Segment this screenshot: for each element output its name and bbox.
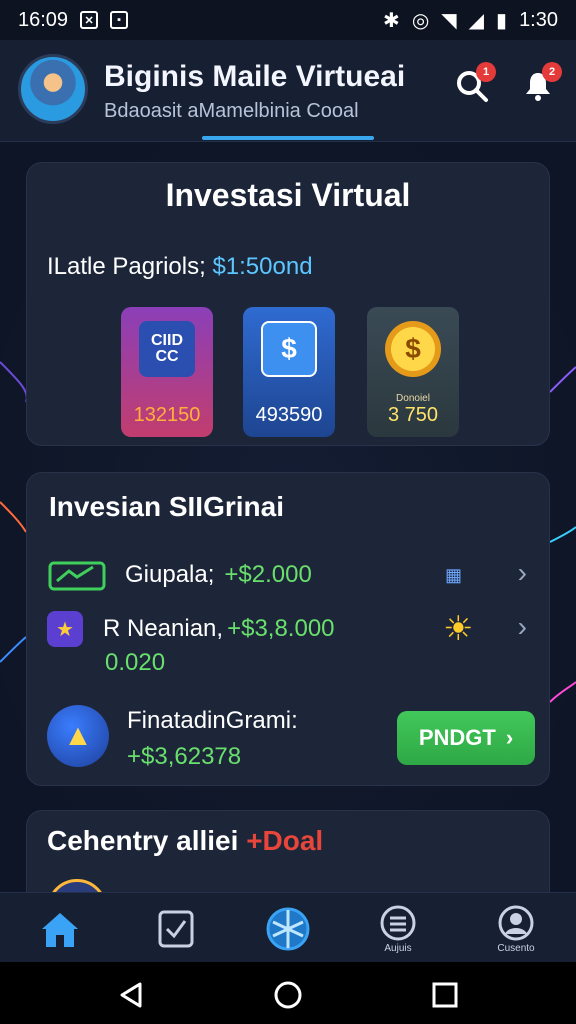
tile-caption: Donoiel [396,393,430,404]
app-header: Biginis Maile Virtueai Bdaoasit aMamelbi… [0,40,576,142]
wifi-icon: ◥ [441,9,457,32]
page-subtitle: Bdaoasit aMamelbinia Cooal [104,100,359,122]
card-title: Cehentry alliei +Doal [47,825,323,857]
checkbox-icon [158,910,194,948]
notification-button[interactable]: 2 [518,62,562,106]
nav-label: Aujuis [384,942,412,954]
sun-icon: ☀ [443,610,474,648]
main-content[interactable]: Investasi Virtual ILatle Pagriols; $1:50… [0,142,576,892]
card-title: Investasi Virtual [165,177,411,213]
nav-profile[interactable]: Cusento [486,901,546,957]
item-amount: +$2.000 [224,561,312,588]
status-left: 16:09 ✕ ▪ [18,8,129,32]
nav-tasks[interactable] [146,901,206,957]
coin-icon [47,879,107,892]
nav-center[interactable] [258,901,318,957]
globe-icon [266,907,310,951]
chat-card-icon: CIID CC [139,321,195,377]
balance-amount: $1:50ond [212,253,313,280]
star-icon: ★ [47,611,83,647]
nav-label: Cusento [497,942,535,954]
bottom-nav: Aujuis Cusento [0,892,576,962]
tab-underline [202,136,374,140]
system-nav-bar [0,962,576,1024]
card-title: Invesian SIIGrinai [49,491,284,522]
tile-value: 493590 [255,404,323,426]
signal-card: Invesian SIIGrinai Giupala; +$2.000 ▦ › … [26,472,550,786]
proceed-label: PNDGT [418,725,496,750]
grid-icon: ▦ [445,565,463,585]
list-item[interactable]: ★ R Neanian, +$3,8.000 [47,609,335,649]
investment-card: Investasi Virtual ILatle Pagriols; $1:50… [26,162,550,446]
x-box-icon: ✕ [80,11,99,29]
home-circle-icon[interactable] [273,980,303,1010]
status-clock: 1:30 [519,8,558,31]
page-title: Biginis Maile Virtueai [104,60,406,93]
final-amount: +$3,62378 [127,743,242,770]
triangle-logo-icon: ▲ [47,705,109,767]
search-badge: 1 [476,62,496,82]
final-label: FinatadinGrami: [127,707,298,734]
item-amount: +$3,8.000 [227,615,335,642]
tile-value: 132150 [133,404,201,426]
balance-line: ILatle Pagriols; $1:50ond [47,253,313,281]
notification-badge: 2 [542,62,562,82]
bluetooth-icon: ✱ [383,9,400,32]
proceed-button[interactable]: PNDGT › [397,711,535,765]
home-icon [42,913,78,947]
search-button[interactable]: 1 [452,62,496,106]
menu-circle-icon [380,905,416,940]
battery-icon: ▮ [496,9,508,32]
chevron-right-icon[interactable]: › [518,611,527,643]
asset-tile[interactable]: CIID CC 132150 [121,307,213,437]
shield-dollar-icon: $ [261,321,317,377]
nav-home[interactable] [30,901,90,957]
signal-icon: ◢ [468,9,485,32]
item-label: Giupala; [125,561,215,588]
tile-value: 3 750 [387,404,439,426]
card-title-accent: +Doal [246,825,324,856]
square-icon: ▪ [110,11,129,29]
asset-tile[interactable]: $ 493590 [243,307,335,437]
status-bar: 16:09 ✕ ▪ ✱ ◎ ◥ ◢ ▮ 1:30 [0,0,576,40]
nav-analytics[interactable]: Aujuis [368,901,428,957]
avatar[interactable] [18,54,88,124]
list-item[interactable]: Giupala; +$2.000 [47,555,312,595]
balance-label: ILatle Pagriols; [47,253,206,280]
status-right: ✱ ◎ ◥ ◢ ▮ 1:30 [383,8,558,33]
card-title-main: Cehentry alliei [47,825,239,856]
status-time: 16:09 [18,8,69,31]
cash-icon [48,561,106,591]
item-sub-amount: 0.020 [105,649,166,676]
chevron-right-icon[interactable]: › [518,557,527,589]
currency-card: Cehentry alliei +Doal [26,810,550,892]
recents-icon[interactable] [430,980,460,1010]
gold-coin-icon: $ [385,321,441,377]
item-label: R Neanian, [103,615,224,642]
alarm-icon: ◎ [411,9,430,32]
asset-tile[interactable]: $ Donoiel 3 750 [367,307,459,437]
user-icon [498,905,534,940]
chevron-right-icon: › [505,725,514,750]
back-icon[interactable] [116,980,146,1010]
